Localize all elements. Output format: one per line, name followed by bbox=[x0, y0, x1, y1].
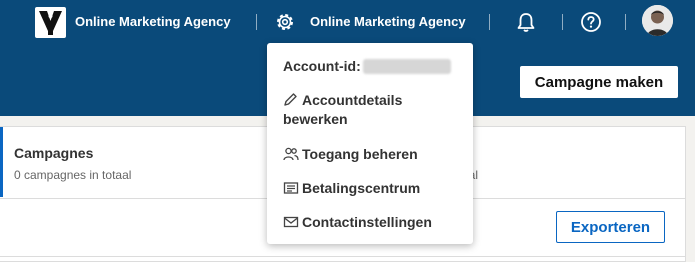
menu-item-label: Toegang beheren bbox=[302, 146, 418, 162]
menu-item-label: Accountdetails bewerken bbox=[283, 92, 403, 127]
bell-icon[interactable] bbox=[516, 11, 536, 33]
campaigns-count: 0 campagnes in totaal bbox=[14, 168, 132, 182]
menu-item-manage-access[interactable]: Toegang beheren bbox=[283, 146, 418, 162]
organization-name[interactable]: Online Marketing Agency bbox=[75, 14, 231, 29]
account-switcher-label[interactable]: Online Marketing Agency bbox=[310, 14, 466, 29]
header-separator bbox=[562, 14, 563, 30]
header-separator bbox=[489, 14, 490, 30]
menu-item-edit-account-details[interactable]: Accountdetails bewerken bbox=[283, 91, 463, 129]
billing-icon bbox=[283, 181, 299, 195]
gear-icon[interactable] bbox=[274, 11, 296, 33]
pencil-icon bbox=[283, 93, 299, 107]
menu-item-label: Contactinstellingen bbox=[302, 214, 432, 230]
header-separator bbox=[625, 14, 626, 30]
table-top-border bbox=[0, 256, 686, 257]
menu-item-contact-settings[interactable]: Contactinstellingen bbox=[283, 214, 432, 230]
account-id-value-redacted bbox=[362, 59, 451, 74]
header-separator bbox=[256, 14, 257, 30]
user-avatar[interactable] bbox=[642, 5, 673, 36]
active-tab-indicator bbox=[0, 127, 3, 197]
help-icon[interactable] bbox=[580, 11, 602, 33]
account-settings-menu: Account-id: Accountdetails bewerken Toeg… bbox=[267, 43, 473, 244]
menu-item-billing-center[interactable]: Betalingscentrum bbox=[283, 180, 420, 196]
export-button[interactable]: Exporteren bbox=[556, 211, 665, 243]
account-id-label: Account-id: bbox=[283, 58, 361, 74]
create-campaign-button[interactable]: Campagne maken bbox=[520, 66, 678, 98]
campaigns-tab-title[interactable]: Campagnes bbox=[14, 145, 93, 161]
people-icon bbox=[283, 147, 299, 161]
account-id-row: Account-id: bbox=[283, 58, 451, 74]
envelope-icon bbox=[283, 215, 299, 229]
menu-item-label: Betalingscentrum bbox=[302, 180, 421, 196]
agency-logo[interactable] bbox=[35, 7, 66, 38]
